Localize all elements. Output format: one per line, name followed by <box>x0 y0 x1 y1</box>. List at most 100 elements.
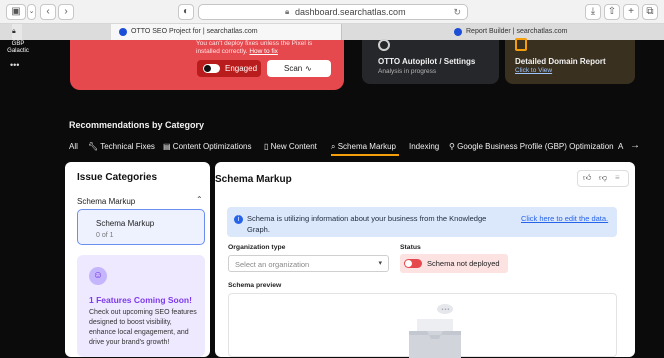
sidebar-toggle-icon[interactable]: ▣ <box>6 4 26 20</box>
category-item-label: Schema Markup <box>96 219 155 228</box>
click-to-view-link[interactable]: Click to View <box>515 67 552 74</box>
issue-categories-panel: Issue Categories Schema Markup ⌃ Schema … <box>65 162 210 357</box>
status-value: Schema not deployed <box>427 259 500 268</box>
browser-toolbar: ▣ ⌄ ‹ › ◐ 🔒︎ dashboard.searchatlas.com ↻… <box>0 0 664 24</box>
category-label: A <box>618 142 624 151</box>
org-select-placeholder: Select an organization <box>235 260 310 269</box>
edit-data-link[interactable]: Click here to edit the data. <box>521 213 611 224</box>
sidebar-menu-chevron-icon[interactable]: ⌄ <box>27 4 36 20</box>
feedback-buttons: 👍︎ 👎︎ ≡ <box>577 170 629 187</box>
tab-strip: 🔒︎ OTTO SEO Project for | searchatlas.co… <box>0 24 664 40</box>
otto-autopilot-card[interactable]: OTTO Autopilot / Settings Analysis in pr… <box>362 39 499 84</box>
privacy-shield-icon[interactable]: ◐ <box>178 4 194 20</box>
content-icon: ▤ <box>163 142 171 151</box>
category-item-schema-markup[interactable]: Schema Markup 0 of 1 <box>77 209 205 245</box>
tab-otto-seo-project[interactable]: OTTO SEO Project for | searchatlas.com <box>111 24 341 40</box>
info-icon: i <box>234 215 243 224</box>
info-text: Schema is utilizing information about yo… <box>247 214 487 234</box>
pinned-tab-lock-icon[interactable]: 🔒︎ <box>12 24 22 40</box>
status-toggle[interactable] <box>404 259 422 268</box>
toggle-switch[interactable] <box>203 64 220 73</box>
recommendations-heading: Recommendations by Category <box>69 120 205 130</box>
searchatlas-favicon-icon <box>119 28 127 36</box>
more-options-icon[interactable]: ••• <box>10 60 19 70</box>
tab-report-builder[interactable]: Report Builder | searchatlas.com <box>341 24 664 40</box>
report-document-icon <box>515 38 527 51</box>
empty-inbox-illustration-icon: ••• <box>409 304 461 358</box>
category-label: Google Business Profile (GBP) Optimizati… <box>457 142 614 151</box>
category-tab-technical-fixes[interactable]: 🔧︎ Technical Fixes <box>88 142 155 151</box>
address-bar[interactable]: 🔒︎ dashboard.searchatlas.com ↻ <box>198 4 468 20</box>
category-item-count: 0 of 1 <box>96 232 114 239</box>
back-button[interactable]: ‹ <box>40 4 56 20</box>
category-tab-all[interactable]: All <box>69 142 78 151</box>
org-type-label: Organization type <box>228 244 286 251</box>
active-tab-underline <box>331 154 399 156</box>
engaged-toggle-button[interactable]: Engaged <box>197 60 261 77</box>
app-sidebar-rail: GBP Galactic ••• <box>0 40 36 357</box>
thumbs-up-icon[interactable]: 👍︎ <box>583 173 591 183</box>
tab-title: Report Builder | searchatlas.com <box>466 28 568 35</box>
schema-status-badge: Schema not deployed <box>400 254 508 273</box>
category-label: Indexing <box>409 142 440 151</box>
issue-categories-heading: Issue Categories <box>77 172 158 183</box>
download-icon[interactable]: ⤓ <box>585 4 601 20</box>
toggle-knob <box>204 65 211 72</box>
search-icon: ⌕ <box>331 142 336 151</box>
dropdown-caret-icon: ▾ <box>378 260 382 267</box>
knowledge-graph-info-banner: i Schema is utilizing information about … <box>227 207 617 237</box>
promo-title: 1 Features Coming Soon! <box>89 295 192 305</box>
organization-select[interactable]: Select an organization ▾ <box>228 255 389 272</box>
schema-preview-box: ••• <box>228 293 617 358</box>
category-tab-gbp-optimization[interactable]: ⚲ Google Business Profile (GBP) Optimiza… <box>449 142 614 151</box>
scroll-right-arrow-icon[interactable]: → <box>630 140 640 151</box>
category-label: All <box>69 142 78 151</box>
pixel-warning-text: You can't deploy fixes unless the Pixel … <box>196 40 312 56</box>
forward-button[interactable]: › <box>58 4 74 20</box>
schema-preview-label: Schema preview <box>228 282 282 289</box>
category-label: Schema Markup <box>337 142 396 151</box>
scan-label: Scan <box>284 64 303 73</box>
category-label: Content Optimizations <box>172 142 252 151</box>
searchatlas-favicon-icon <box>454 28 462 36</box>
category-tab-indexing[interactable]: Indexing <box>409 142 439 151</box>
category-tab-overflow[interactable]: A <box>618 142 623 151</box>
lock-icon: 🔒︎ <box>285 7 290 16</box>
chevron-up-icon[interactable]: ⌃ <box>196 195 203 204</box>
share-icon[interactable]: ⇧ <box>604 4 620 20</box>
schema-panel-title: Schema Markup <box>215 174 292 185</box>
domain-report-card[interactable]: Detailed Domain Report Click to View <box>505 38 635 84</box>
thumbs-down-icon[interactable]: 👎︎ <box>599 173 607 183</box>
workspace-name-line1: GBP <box>11 41 25 47</box>
scan-button[interactable]: Scan ∿ <box>267 60 331 77</box>
tab-title: OTTO SEO Project for | searchatlas.com <box>131 28 258 35</box>
workspace-switcher[interactable]: GBP Galactic <box>0 41 36 55</box>
category-tab-schema-markup[interactable]: ⌕ Schema Markup <box>331 142 396 152</box>
url-text: dashboard.searchatlas.com <box>295 7 406 17</box>
engaged-label: Engaged <box>225 64 258 73</box>
scan-pulse-icon: ∿ <box>305 64 312 73</box>
warning-line1: You can't deploy fixes unless the Pixel … <box>196 40 313 47</box>
category-tab-content-optimizations[interactable]: ▤ Content Optimizations <box>163 142 252 151</box>
settings-gear-icon <box>378 39 390 51</box>
new-tab-button[interactable]: + <box>623 4 639 20</box>
autopilot-subtitle: Analysis in progress <box>378 68 437 75</box>
tab-overview-icon[interactable]: ⧉ <box>642 4 658 20</box>
document-icon: ▯ <box>264 142 269 151</box>
status-label: Status <box>400 244 421 251</box>
workspace-name-line2: Galactic <box>7 48 29 54</box>
category-label: New Content <box>270 142 317 151</box>
reload-icon[interactable]: ↻ <box>453 5 461 19</box>
schema-markup-panel: Schema Markup 👍︎ 👎︎ ≡ i Schema is utiliz… <box>215 162 635 358</box>
status-toggle-knob <box>405 260 412 267</box>
how-to-fix-link[interactable]: How to fix <box>249 48 278 55</box>
report-title: Detailed Domain Report <box>515 57 606 66</box>
category-tab-new-content[interactable]: ▯ New Content <box>264 142 317 151</box>
location-pin-icon: ⚲ <box>449 142 455 151</box>
coming-soon-promo-card: ☺ 1 Features Coming Soon! Check out upco… <box>77 255 205 357</box>
promo-body: Check out upcoming SEO features designed… <box>89 309 197 346</box>
svg-text:•••: ••• <box>441 307 450 313</box>
otto-status-card: You can't deploy fixes unless the Pixel … <box>70 40 344 90</box>
list-icon[interactable]: ≡ <box>615 173 620 182</box>
category-group-label[interactable]: Schema Markup <box>77 197 135 206</box>
